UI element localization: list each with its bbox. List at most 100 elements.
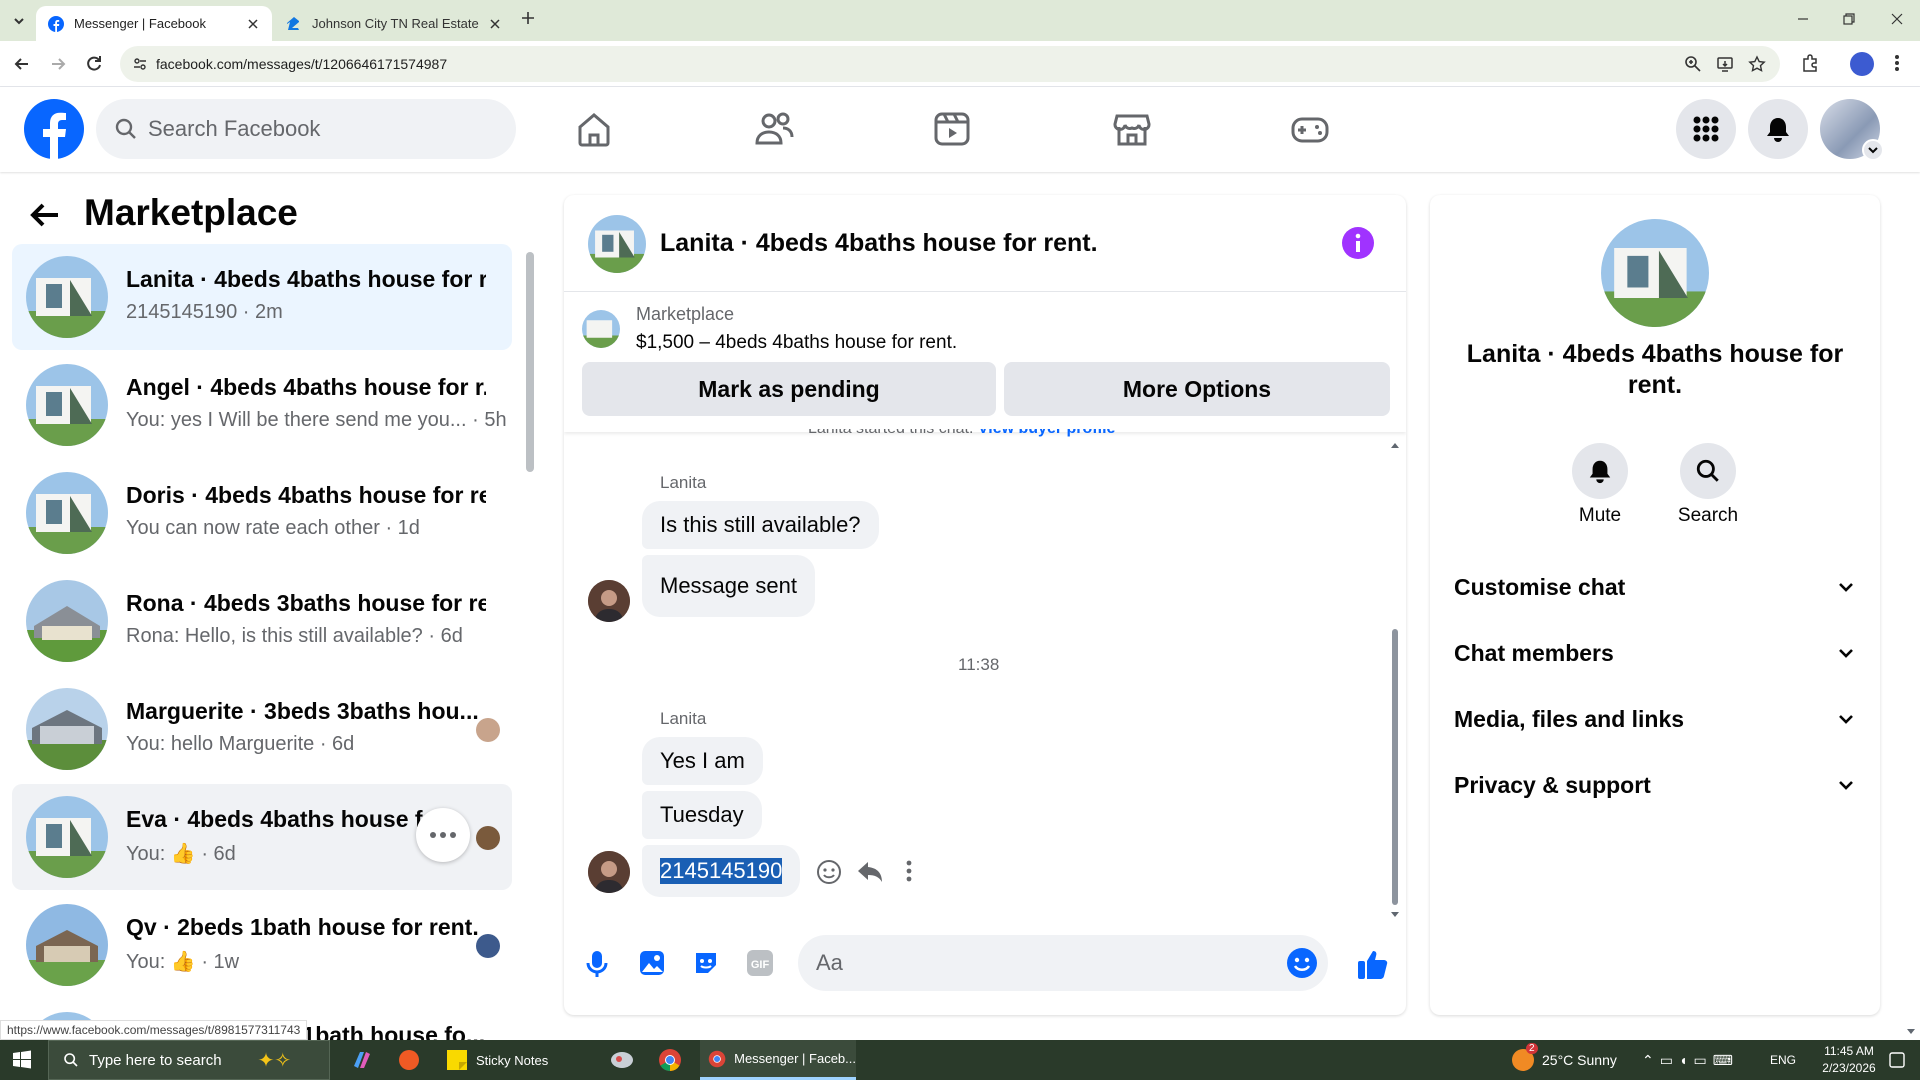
chat-details-thumbnail[interactable] bbox=[1601, 219, 1709, 327]
selected-phone-number[interactable]: 2145145190 bbox=[660, 858, 783, 884]
mute-button[interactable] bbox=[1572, 443, 1628, 499]
message-bubble[interactable]: Message sent bbox=[642, 555, 815, 617]
chat-started-note: Lanita started this chat. View buyer pro… bbox=[808, 429, 1115, 439]
conversation-item[interactable]: Eva · 4beds 4baths house for r... You: 👍… bbox=[12, 784, 512, 890]
zoom-icon[interactable] bbox=[1684, 55, 1702, 73]
conversation-options-button[interactable] bbox=[416, 808, 470, 862]
bookmark-star-icon[interactable] bbox=[1748, 55, 1766, 73]
install-app-icon[interactable] bbox=[1716, 55, 1734, 73]
profile-avatar-button[interactable] bbox=[1850, 52, 1874, 76]
nav-friends[interactable] bbox=[752, 107, 796, 151]
taskbar-brave[interactable] bbox=[398, 1040, 420, 1080]
sender-avatar[interactable] bbox=[588, 851, 630, 893]
notification-center-button[interactable] bbox=[1888, 1040, 1906, 1080]
reload-button[interactable] bbox=[84, 54, 104, 74]
message-bubble[interactable]: Is this still available? bbox=[642, 501, 879, 549]
conversation-item[interactable]: Lanita · 4beds 4baths house for r... 214… bbox=[12, 244, 512, 350]
conversation-item[interactable]: Angel · 4beds 4baths house for r... You:… bbox=[12, 352, 512, 458]
facebook-logo[interactable] bbox=[24, 99, 84, 159]
minimize-button[interactable] bbox=[1796, 12, 1810, 26]
section-label: Media, files and links bbox=[1454, 705, 1685, 732]
language-indicator[interactable]: ENG bbox=[1770, 1040, 1796, 1080]
send-like-button[interactable] bbox=[1356, 947, 1390, 981]
start-button[interactable] bbox=[12, 1040, 32, 1080]
close-tab-icon[interactable] bbox=[248, 18, 258, 29]
menu-button[interactable] bbox=[1676, 99, 1736, 159]
voice-clip-button[interactable] bbox=[584, 949, 610, 979]
taskbar-messenger-window[interactable]: Messenger | Faceb... bbox=[700, 1040, 856, 1080]
nav-marketplace[interactable] bbox=[1110, 107, 1154, 151]
sticker-button[interactable] bbox=[692, 949, 720, 977]
chat-scrollbar-thumb[interactable] bbox=[1392, 629, 1398, 905]
tab-messenger[interactable]: Messenger | Facebook bbox=[36, 6, 272, 41]
sender-avatar[interactable] bbox=[588, 580, 630, 622]
view-buyer-profile-link[interactable]: View buyer profile bbox=[978, 429, 1116, 437]
clock[interactable]: 11:45 AM 2/23/2026 bbox=[1814, 1043, 1884, 1077]
site-info-icon[interactable] bbox=[132, 56, 148, 72]
taskbar-sticky-notes[interactable]: Sticky Notes bbox=[446, 1040, 558, 1080]
search-in-chat-button[interactable] bbox=[1680, 443, 1736, 499]
search-icon bbox=[1696, 459, 1719, 482]
conversation-info-button[interactable] bbox=[1342, 227, 1374, 259]
address-bar[interactable]: facebook.com/messages/t/1206646171574987 bbox=[120, 46, 1780, 82]
search-icon bbox=[115, 118, 136, 139]
tray-chevron-icon[interactable]: ⌃ bbox=[1642, 1052, 1660, 1069]
tray-volume-icon[interactable]: ◖ bbox=[1679, 1052, 1693, 1068]
back-button[interactable] bbox=[12, 54, 32, 74]
message-bubble[interactable]: Yes I am bbox=[642, 737, 763, 785]
conversation-item[interactable]: Qv · 2beds 1bath house for rent. You: 👍 … bbox=[12, 892, 512, 998]
conversation-item[interactable]: Doris · 4beds 4baths house for re... You… bbox=[12, 460, 512, 566]
weather-widget[interactable]: 2 25°C Sunny bbox=[1512, 1040, 1617, 1080]
listing-thumbnail[interactable] bbox=[582, 310, 620, 348]
chat-thumbnail[interactable] bbox=[588, 215, 646, 273]
conversation-item[interactable]: Marguerite · 3beds 3baths hou... You: he… bbox=[12, 676, 512, 782]
conversation-title: Qv · 2beds 1bath house for rent. bbox=[126, 914, 479, 940]
taskbar-copilot[interactable] bbox=[350, 1040, 374, 1080]
taskbar-app-misc[interactable] bbox=[610, 1040, 634, 1080]
scroll-up-arrow[interactable] bbox=[1390, 441, 1400, 449]
search-facebook-input[interactable]: Search Facebook bbox=[96, 99, 516, 159]
emoji-icon[interactable] bbox=[1286, 947, 1318, 979]
nav-video[interactable] bbox=[930, 107, 974, 151]
account-chevron[interactable] bbox=[1862, 139, 1884, 161]
more-options-button[interactable]: More Options bbox=[1004, 362, 1390, 416]
taskbar-search-input[interactable]: Type here to search ✦✧ bbox=[48, 1040, 330, 1080]
taskbar-chrome[interactable] bbox=[658, 1040, 682, 1080]
notifications-button[interactable] bbox=[1748, 99, 1808, 159]
close-tab-icon[interactable] bbox=[490, 18, 500, 29]
attach-photo-button[interactable] bbox=[638, 949, 666, 977]
customise-chat-section[interactable]: Customise chat bbox=[1454, 567, 1854, 607]
chat-members-section[interactable]: Chat members bbox=[1454, 633, 1854, 673]
react-button[interactable] bbox=[816, 859, 842, 885]
listing-price-title[interactable]: $1,500 – 4beds 4baths house for rent. bbox=[636, 332, 957, 354]
nav-gaming[interactable] bbox=[1288, 107, 1332, 151]
close-window-button[interactable] bbox=[1890, 12, 1904, 26]
back-button[interactable] bbox=[28, 198, 62, 232]
restore-button[interactable] bbox=[1842, 12, 1856, 26]
message-bubble[interactable]: 2145145190 bbox=[642, 845, 801, 897]
account-avatar[interactable] bbox=[1820, 99, 1884, 161]
nav-home[interactable] bbox=[572, 107, 616, 151]
system-tray-icons[interactable]: ⌃ ▭ ◖ ▭ ⌨ bbox=[1642, 1040, 1739, 1080]
privacy-support-section[interactable]: Privacy & support bbox=[1454, 765, 1854, 805]
message-input[interactable]: Aa bbox=[798, 935, 1328, 991]
tray-network-icon[interactable]: ▭ bbox=[1660, 1052, 1679, 1069]
reply-button[interactable] bbox=[856, 859, 884, 885]
page-scroll-down[interactable] bbox=[1906, 1028, 1916, 1036]
scrollbar-thumb[interactable] bbox=[526, 252, 534, 472]
tray-battery-icon[interactable]: ▭ bbox=[1693, 1052, 1712, 1069]
media-files-links-section[interactable]: Media, files and links bbox=[1454, 699, 1854, 739]
gif-button[interactable]: GIF bbox=[746, 949, 774, 977]
tray-keyboard-icon[interactable]: ⌨ bbox=[1713, 1052, 1739, 1069]
scroll-down-arrow[interactable] bbox=[1390, 911, 1400, 919]
chrome-menu-button[interactable] bbox=[1894, 53, 1900, 73]
forward-button[interactable] bbox=[48, 54, 68, 74]
mark-as-pending-button[interactable]: Mark as pending bbox=[582, 362, 996, 416]
conversation-item[interactable]: Rona · 4beds 3baths house for re... Rona… bbox=[12, 568, 512, 674]
extensions-button[interactable] bbox=[1800, 53, 1820, 73]
message-bubble[interactable]: Tuesday bbox=[642, 791, 762, 839]
message-more-button[interactable] bbox=[906, 859, 912, 883]
new-tab-button[interactable] bbox=[520, 10, 536, 26]
tab-search-button[interactable] bbox=[8, 10, 30, 32]
tab-real-estate[interactable]: Johnson City TN Real Estate - Jo bbox=[280, 6, 510, 41]
